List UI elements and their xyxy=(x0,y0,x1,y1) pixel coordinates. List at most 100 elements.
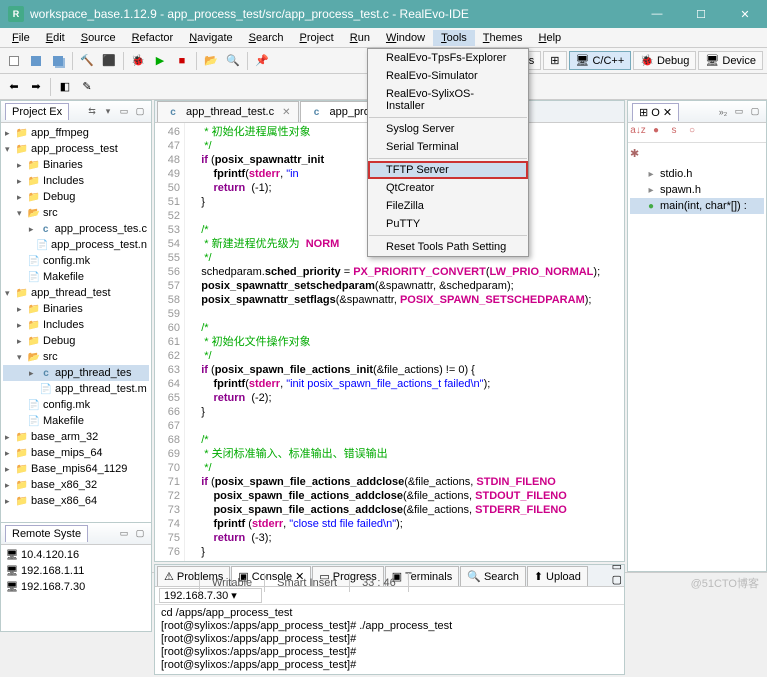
tree-item[interactable]: ▸base_x86_32 xyxy=(3,477,149,493)
menu-tools[interactable]: Tools xyxy=(433,30,475,46)
stop-icon[interactable]: ■ xyxy=(172,51,192,71)
perspective-debug[interactable]: 🐞Debug xyxy=(633,51,696,70)
marker-icon[interactable]: ✎ xyxy=(77,77,97,97)
minimize-view-icon[interactable]: ▭ xyxy=(117,105,131,119)
search-icon[interactable]: 🔍 xyxy=(223,51,243,71)
link-editor-icon[interactable]: ⇆ xyxy=(85,105,99,119)
tree-item[interactable]: ▾src xyxy=(3,205,149,221)
menu-source[interactable]: Source xyxy=(73,30,124,46)
maximize-view-icon[interactable]: ▢ xyxy=(133,105,147,119)
outline-item[interactable]: stdio.h xyxy=(630,166,764,182)
project-explorer-tab[interactable]: Project Ex xyxy=(5,103,69,120)
tree-item[interactable]: ▸base_arm_32 xyxy=(3,429,149,445)
tree-item[interactable]: ▸base_mips_64 xyxy=(3,445,149,461)
tools-menu-dropdown[interactable]: RealEvo-TpsFs-ExplorerRealEvo-SimulatorR… xyxy=(367,48,529,257)
menu-refactor[interactable]: Refactor xyxy=(124,30,182,46)
maximize-bottom-icon[interactable]: ▢ xyxy=(612,573,622,586)
tree-item[interactable]: ▸app_process_tes.c xyxy=(3,221,149,237)
tools-menu-item[interactable]: RealEvo-TpsFs-Explorer xyxy=(368,49,528,67)
outline-menu-icon[interactable]: »₂ xyxy=(716,105,730,119)
tree-item[interactable]: ▸Includes xyxy=(3,173,149,189)
tools-menu-item[interactable]: RealEvo-SylixOS-Installer xyxy=(368,85,528,115)
editor-tab[interactable]: app_thread_test.c✕ xyxy=(157,101,299,122)
tree-item[interactable]: app_process_test.n xyxy=(3,237,149,253)
minimize-outline-icon[interactable]: ▭ xyxy=(732,105,746,119)
remote-tree[interactable]: 10.4.120.16192.168.1.11192.168.7.30 xyxy=(1,545,151,631)
tree-item[interactable]: ▾app_process_test xyxy=(3,141,149,157)
menu-navigate[interactable]: Navigate xyxy=(181,30,240,46)
tools-menu-item[interactable]: QtCreator xyxy=(368,179,528,197)
tree-item[interactable]: Makefile xyxy=(3,269,149,285)
close-tab-icon[interactable]: ✕ xyxy=(282,107,290,118)
bottom-tab-upload[interactable]: ⬆Upload xyxy=(527,566,588,586)
tree-item[interactable]: ▸Debug xyxy=(3,333,149,349)
tree-item[interactable]: ▸app_ffmpeg xyxy=(3,125,149,141)
tree-item[interactable]: ▾app_thread_test xyxy=(3,285,149,301)
tools-menu-item[interactable]: Syslog Server xyxy=(368,120,528,138)
tree-item[interactable]: config.mk xyxy=(3,397,149,413)
tree-item[interactable]: ▸Includes xyxy=(3,317,149,333)
minimize-button[interactable]: ― xyxy=(643,3,671,25)
saveall-icon[interactable] xyxy=(48,51,68,71)
tools-menu-item[interactable]: RealEvo-Simulator xyxy=(368,67,528,85)
project-tree[interactable]: ▸app_ffmpeg▾app_process_test▸Binaries▸In… xyxy=(1,123,151,571)
save-icon[interactable] xyxy=(26,51,46,71)
nav-fwd-icon[interactable]: ➡ xyxy=(26,77,46,97)
remote-host[interactable]: 10.4.120.16 xyxy=(3,547,149,563)
remote-host[interactable]: 192.168.1.11 xyxy=(3,563,149,579)
outline-item[interactable]: main(int, char*[]) : xyxy=(630,198,764,214)
tree-item[interactable]: ▸app_thread_tes xyxy=(3,365,149,381)
open-type-icon[interactable]: 📂 xyxy=(201,51,221,71)
tools-menu-item[interactable]: Reset Tools Path Setting xyxy=(368,238,528,256)
console-output[interactable]: cd /apps/app_process_test[root@sylixos:/… xyxy=(155,605,624,674)
outline-tab[interactable]: ⊞ O ✕ xyxy=(632,103,679,121)
menu-file[interactable]: File xyxy=(4,30,38,46)
run-icon[interactable]: ▶ xyxy=(150,51,170,71)
nav-back-icon[interactable]: ⬅ xyxy=(4,77,24,97)
hide-static-icon[interactable]: s xyxy=(666,125,682,141)
close-button[interactable]: ✕ xyxy=(731,3,759,25)
minimize-bottom-icon[interactable]: ▭ xyxy=(612,560,622,573)
toggle-icon[interactable]: ◧ xyxy=(55,77,75,97)
new-icon[interactable] xyxy=(4,51,24,71)
hide-nonpublic-icon[interactable]: ○ xyxy=(684,125,700,141)
tree-item[interactable]: Makefile xyxy=(3,413,149,429)
tree-item[interactable]: ▾src xyxy=(3,349,149,365)
tools-menu-item[interactable]: FileZilla xyxy=(368,197,528,215)
tree-item[interactable]: ▸Base_mpis64_1129 xyxy=(3,461,149,477)
build-icon[interactable]: 🔨 xyxy=(77,51,97,71)
tools-menu-item[interactable]: Serial Terminal xyxy=(368,138,528,156)
tools-menu-item[interactable]: PuTTY xyxy=(368,215,528,233)
menu-edit[interactable]: Edit xyxy=(38,30,73,46)
remote-host[interactable]: 192.168.7.30 xyxy=(3,579,149,595)
menu-search[interactable]: Search xyxy=(241,30,292,46)
maximize-button[interactable]: ☐ xyxy=(687,3,715,25)
menu-window[interactable]: Window xyxy=(378,30,433,46)
tree-item[interactable]: app_thread_test.m xyxy=(3,381,149,397)
perspective-cpp[interactable]: 🖥C/C++ xyxy=(569,51,632,70)
tree-item[interactable]: ▸Binaries xyxy=(3,157,149,173)
sort-icon[interactable]: a↓z xyxy=(630,125,646,141)
maximize-remote-icon[interactable]: ▢ xyxy=(133,527,147,541)
menu-run[interactable]: Run xyxy=(342,30,378,46)
maximize-outline-icon[interactable]: ▢ xyxy=(748,105,762,119)
view-menu-icon[interactable]: ▾ xyxy=(101,105,115,119)
tree-item[interactable]: ▸base_x86_64 xyxy=(3,493,149,509)
tools-menu-item[interactable]: TFTP Server xyxy=(368,161,528,179)
menu-help[interactable]: Help xyxy=(531,30,570,46)
tree-item[interactable]: ▸Debug xyxy=(3,189,149,205)
perspective-device[interactable]: 🖥Device xyxy=(698,51,763,70)
menu-themes[interactable]: Themes xyxy=(475,30,531,46)
build-all-icon[interactable]: ⬛ xyxy=(99,51,119,71)
bottom-tab-search[interactable]: 🔍Search xyxy=(460,566,526,586)
outline-item[interactable]: spawn.h xyxy=(630,182,764,198)
outline-tree[interactable]: stdio.hspawn.hmain(int, char*[]) : xyxy=(628,164,766,571)
open-perspective-icon[interactable]: ⊞ xyxy=(543,51,566,70)
pin-icon[interactable]: 📌 xyxy=(252,51,272,71)
menu-project[interactable]: Project xyxy=(292,30,342,46)
tree-item[interactable]: ▸Binaries xyxy=(3,301,149,317)
hide-fields-icon[interactable]: ● xyxy=(648,125,664,141)
debug-icon[interactable]: 🐞 xyxy=(128,51,148,71)
tree-item[interactable]: config.mk xyxy=(3,253,149,269)
remote-systems-tab[interactable]: Remote Syste xyxy=(5,525,88,542)
